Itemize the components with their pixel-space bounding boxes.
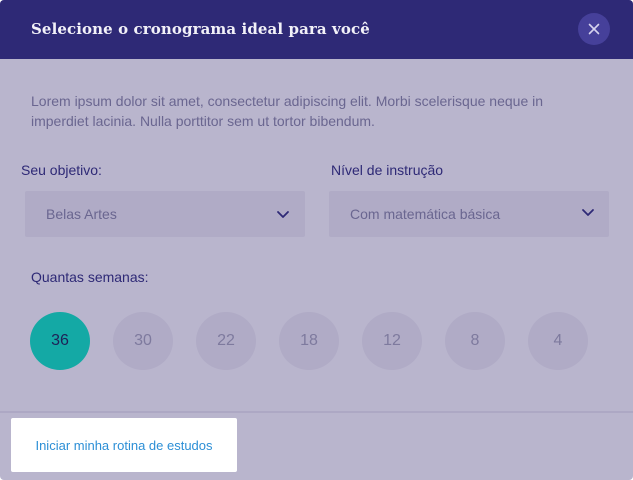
modal-header: Selecione o cronograma ideal para você xyxy=(0,0,633,59)
schedule-modal: Selecione o cronograma ideal para você L… xyxy=(0,0,633,480)
objective-label: Seu objetivo: xyxy=(21,162,102,178)
level-select[interactable]: Com matemática básica xyxy=(329,191,609,237)
start-routine-button[interactable]: Iniciar minha rotina de estudos xyxy=(11,418,237,472)
level-label: Nível de instrução xyxy=(331,162,444,178)
footer-divider xyxy=(0,411,633,413)
week-option-12[interactable]: 12 xyxy=(362,312,422,370)
objective-select-value: Belas Artes xyxy=(46,206,117,222)
weeks-label: Quantas semanas: xyxy=(31,269,149,285)
chevron-down-icon xyxy=(582,209,594,216)
week-option-30[interactable]: 30 xyxy=(113,312,173,370)
modal-description: Lorem ipsum dolor sit amet, consectetur … xyxy=(31,93,544,129)
objective-select[interactable]: Belas Artes xyxy=(25,191,305,237)
week-option-36[interactable]: 36 xyxy=(30,312,90,370)
week-option-8[interactable]: 8 xyxy=(445,312,505,370)
week-option-22[interactable]: 22 xyxy=(196,312,256,370)
chevron-down-icon xyxy=(277,211,289,218)
level-select-value: Com matemática básica xyxy=(350,206,501,222)
week-option-4[interactable]: 4 xyxy=(528,312,588,370)
modal-title: Selecione o cronograma ideal para você xyxy=(31,20,370,38)
week-option-18[interactable]: 18 xyxy=(279,312,339,370)
close-button[interactable] xyxy=(578,13,610,45)
close-icon xyxy=(588,23,600,35)
